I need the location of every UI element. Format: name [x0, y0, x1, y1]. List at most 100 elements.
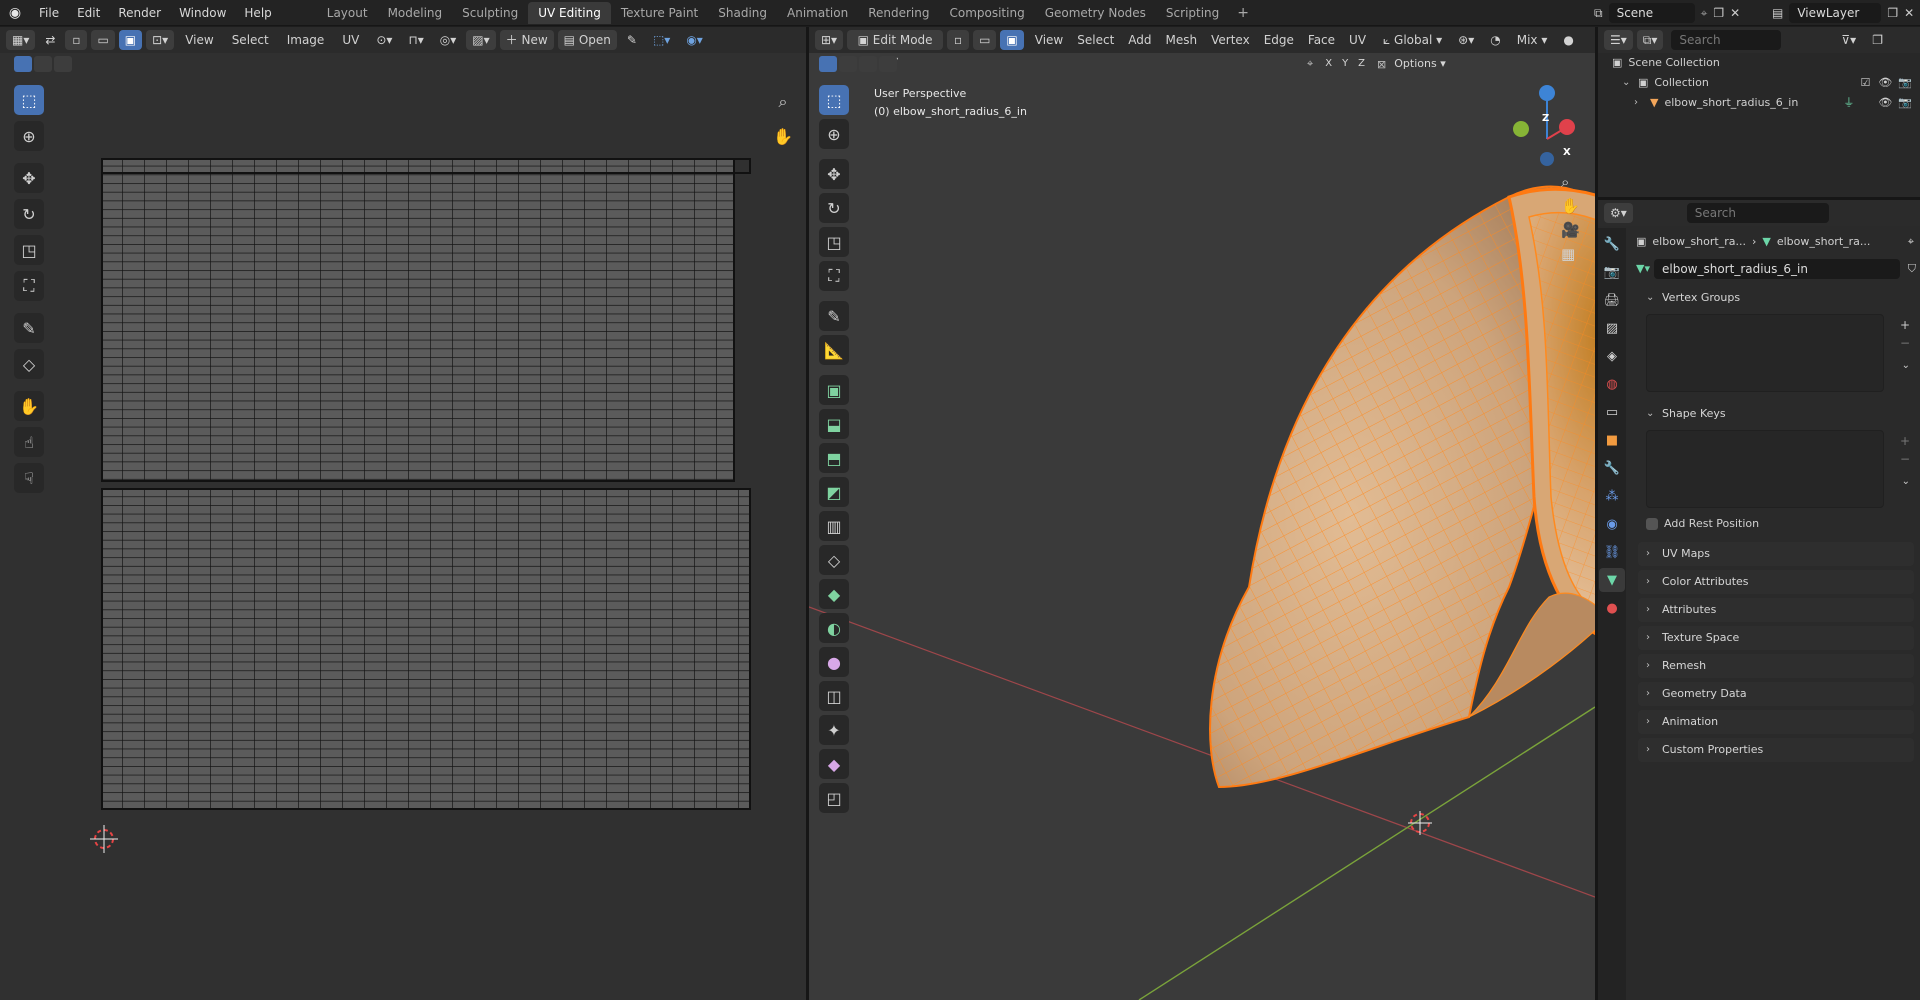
uv-menu-view[interactable]: View	[178, 33, 220, 47]
breadcrumb-pin-icon[interactable]: ⌖	[1908, 232, 1914, 252]
select-mode-edge[interactable]: ▭	[91, 30, 115, 50]
editor-type-button[interactable]: ▦▾	[6, 30, 36, 50]
new-view-layer-icon[interactable]: ❐	[1887, 6, 1898, 20]
camera-icon[interactable]: 🎥	[1561, 221, 1580, 239]
section-uv-maps[interactable]: › UV Maps	[1638, 542, 1914, 566]
vp-scale-tool-icon[interactable]: ◳	[819, 227, 849, 257]
object-mesh-data-icon[interactable]: ⏚	[1843, 93, 1854, 113]
viewport-scene[interactable]	[809, 27, 1595, 1000]
proportional-edit-icon[interactable]: ◎▾	[434, 30, 463, 50]
scene-collection-row[interactable]: ▣ Scene Collection	[1612, 53, 1912, 73]
pin-image-icon[interactable]: ✎	[621, 30, 643, 50]
view-layer-field[interactable]: ViewLayer	[1789, 3, 1882, 23]
add-cube-tool-icon[interactable]: ▣	[819, 375, 849, 405]
image-browse-button[interactable]: ▨▾	[466, 30, 496, 50]
display-mode-button[interactable]: ⧉▾	[1636, 30, 1664, 50]
blender-logo-icon[interactable]: ◉	[0, 0, 30, 26]
spin-tool-icon[interactable]: ◐	[819, 613, 849, 643]
edge-slide-tool-icon[interactable]: ◫	[819, 681, 849, 711]
shape-key-remove-icon[interactable]: −	[1900, 452, 1910, 466]
extrude-tool-icon[interactable]: ⬓	[819, 409, 849, 439]
section-remesh[interactable]: › Remesh	[1638, 654, 1914, 678]
tab-rendering[interactable]: Rendering	[858, 2, 939, 24]
mesh-data-tab-icon[interactable]: ▼	[1599, 568, 1625, 592]
scene-selector[interactable]: ⧉ Scene ⌖ ❐ ✕	[1594, 2, 1740, 24]
add-workspace-button[interactable]: +	[1229, 5, 1257, 21]
uv-2d-cursor-icon[interactable]	[88, 823, 120, 855]
pin-icon[interactable]: ⌖	[1701, 6, 1708, 21]
view-layer-tab-icon[interactable]: ▨	[1599, 316, 1625, 340]
uv-zoom-icon[interactable]: ⌕	[768, 87, 798, 117]
zoom-icon[interactable]: ⌕	[1561, 173, 1580, 191]
vertex-groups-header[interactable]: ⌄ Vertex Groups	[1638, 286, 1914, 310]
delete-view-layer-icon[interactable]: ✕	[1904, 6, 1914, 20]
new-scene-icon[interactable]: ❐	[1713, 6, 1724, 20]
menu-render[interactable]: Render	[109, 0, 170, 26]
tab-shading[interactable]: Shading	[708, 2, 777, 24]
transform-tool-icon[interactable]: ⛶	[14, 271, 44, 301]
gizmo-icon[interactable]: ◉▾	[680, 30, 709, 50]
collection-row[interactable]: ⌄ ▣ Collection ☑ 👁 📷	[1612, 73, 1912, 93]
select-extend-mode[interactable]	[34, 56, 52, 72]
mesh-browse-icon[interactable]: ▼▾	[1636, 259, 1650, 279]
move-tool-icon[interactable]: ✥	[14, 163, 44, 193]
tab-modeling[interactable]: Modeling	[378, 2, 453, 24]
section-custom-properties[interactable]: › Custom Properties	[1638, 738, 1914, 762]
new-collection-icon[interactable]: ❐	[1866, 30, 1889, 50]
fake-user-icon[interactable]: ⛉	[1908, 259, 1916, 279]
scale-tool-icon[interactable]: ◳	[14, 235, 44, 265]
object-row[interactable]: › ▼ elbow_short_radius_6_in ⏚ 👁 📷	[1612, 93, 1912, 113]
properties-editor-type-button[interactable]: ⚙▾	[1604, 203, 1633, 223]
object-render-icon[interactable]: 📷	[1898, 93, 1912, 113]
add-rest-position-checkbox[interactable]	[1646, 518, 1658, 530]
physics-tab-icon[interactable]: ◉	[1599, 512, 1625, 536]
world-tab-icon[interactable]: ◍	[1599, 372, 1625, 396]
shrink-fatten-tool-icon[interactable]: ✦	[819, 715, 849, 745]
vp-select-tool-icon[interactable]: ⬚	[819, 85, 849, 115]
particles-tab-icon[interactable]: ⁂	[1599, 484, 1625, 508]
smooth-tool-icon[interactable]: ●	[819, 647, 849, 677]
pan-icon[interactable]: ✋	[1561, 197, 1580, 215]
tab-sculpting[interactable]: Sculpting	[452, 2, 528, 24]
snap-icon[interactable]: ⊓▾	[402, 30, 429, 50]
select-mode-face[interactable]: ▣	[118, 30, 143, 50]
material-tab-icon[interactable]: ●	[1599, 596, 1625, 620]
cursor-tool-icon[interactable]: ⊕	[14, 121, 44, 151]
loop-cut-tool-icon[interactable]: ▥	[819, 511, 849, 541]
open-image-button[interactable]: ▤ Open	[557, 30, 617, 50]
rip-region-tool-icon[interactable]: ◰	[819, 783, 849, 813]
grab-tool-icon[interactable]: ✋	[14, 391, 44, 421]
uv-sync-icon[interactable]: ⇄	[39, 30, 61, 50]
vertex-group-add-icon[interactable]: +	[1900, 318, 1910, 332]
section-animation[interactable]: › Animation	[1638, 710, 1914, 734]
menu-edit[interactable]: Edit	[68, 0, 109, 26]
gizmo-z-label[interactable]: Z	[1542, 113, 1549, 124]
bevel-tool-icon[interactable]: ◩	[819, 477, 849, 507]
relax-tool-icon[interactable]: ☝	[14, 427, 44, 457]
collection-visibility-icon[interactable]: 👁	[1878, 73, 1892, 93]
output-tab-icon[interactable]: 🖨	[1599, 288, 1625, 312]
view-layer-selector[interactable]: ▤ ViewLayer ❐ ✕	[1772, 2, 1914, 24]
section-geometry-data[interactable]: › Geometry Data	[1638, 682, 1914, 706]
uv-menu-uv[interactable]: UV	[335, 33, 366, 47]
uv-menu-image[interactable]: Image	[280, 33, 332, 47]
new-image-button[interactable]: ＋ New	[499, 30, 554, 50]
vp-measure-tool-icon[interactable]: 📐	[819, 335, 849, 365]
outliner-search-input[interactable]: Search	[1671, 30, 1782, 50]
menu-help[interactable]: Help	[235, 0, 280, 26]
shape-keys-list[interactable]	[1646, 430, 1884, 508]
vp-move-tool-icon[interactable]: ✥	[819, 159, 849, 189]
collection-checkbox[interactable]: ☑	[1860, 73, 1870, 93]
add-rest-position-row[interactable]: Add Rest Position	[1628, 514, 1920, 534]
tab-uv-editing[interactable]: UV Editing	[528, 1, 611, 24]
uv-overlay-icon[interactable]: ⬚▾	[647, 30, 676, 50]
rotate-tool-icon[interactable]: ↻	[14, 199, 44, 229]
scene-tab-icon[interactable]: ◈	[1599, 344, 1625, 368]
poly-build-tool-icon[interactable]: ◆	[819, 579, 849, 609]
select-box-mode[interactable]	[14, 56, 32, 72]
select-mode-vertex[interactable]: ▫	[65, 30, 88, 50]
sticky-select-button[interactable]: ⊡▾	[146, 30, 175, 50]
mesh-name-field[interactable]: elbow_short_radius_6_in	[1653, 259, 1900, 279]
pinch-tool-icon[interactable]: ☟	[14, 463, 44, 493]
rip-tool-icon[interactable]: ◇	[14, 349, 44, 379]
